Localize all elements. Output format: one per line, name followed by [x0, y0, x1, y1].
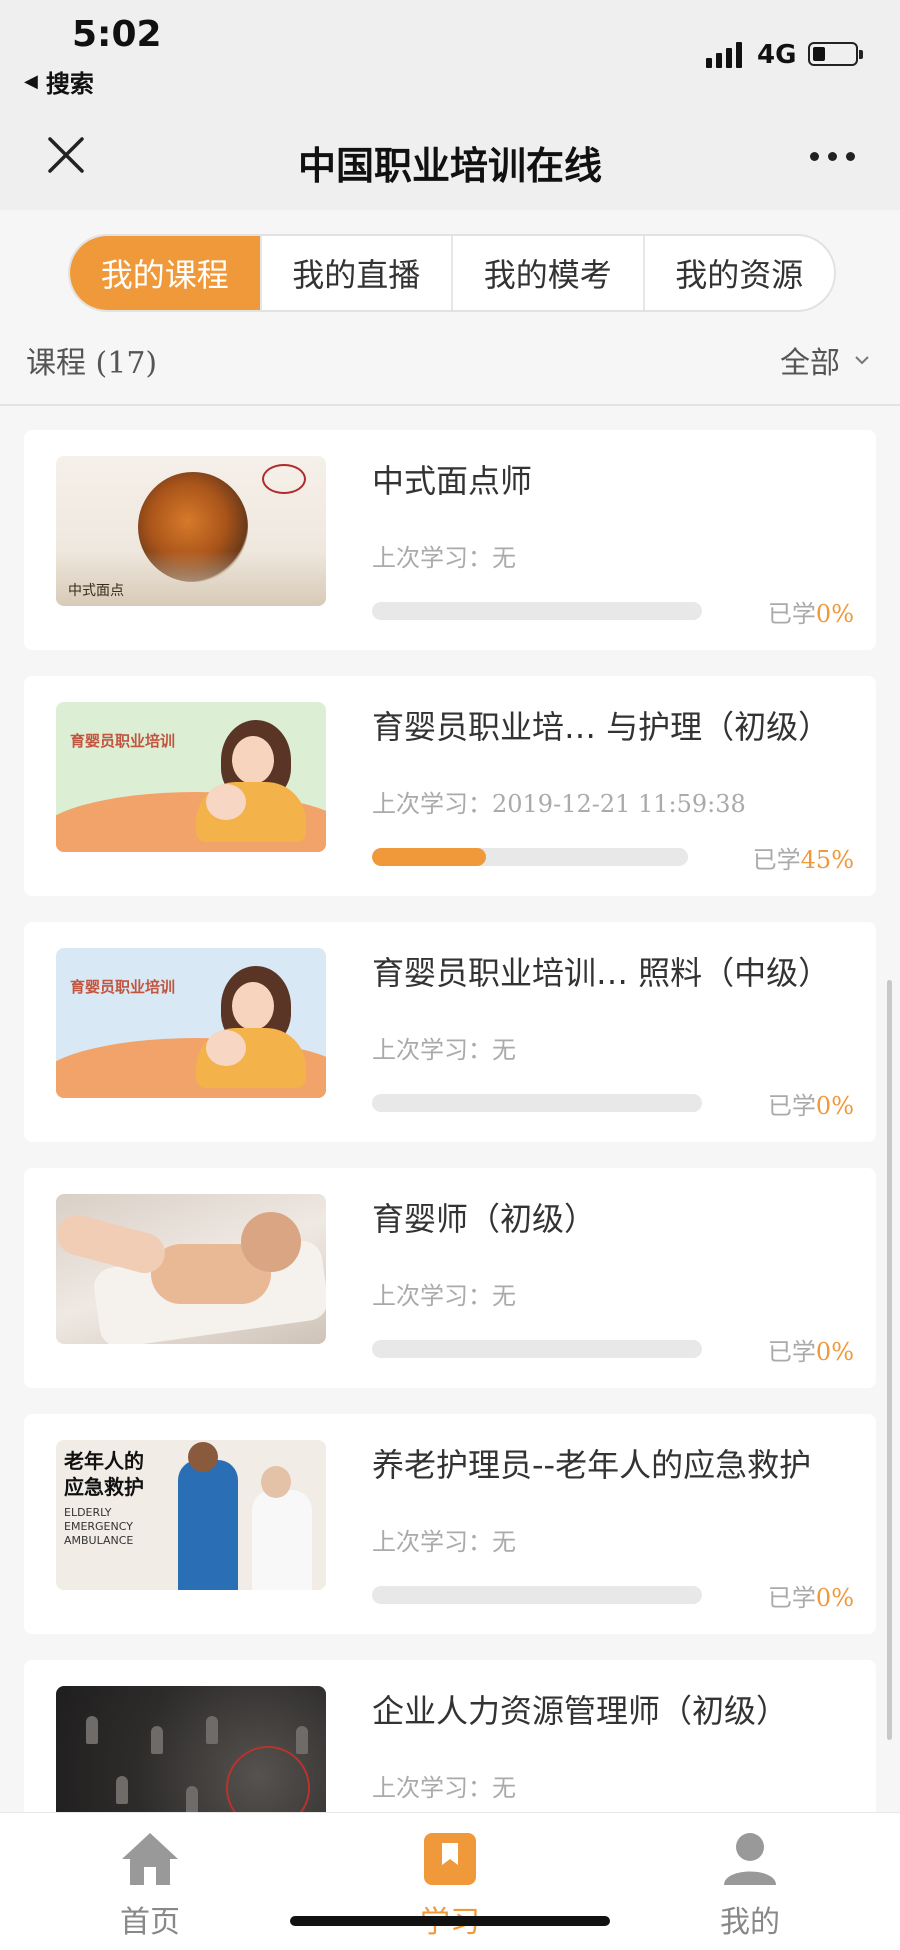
progress-percent: 45% [800, 846, 854, 874]
progress-bar [372, 1586, 702, 1604]
progress-percent: 0% [815, 1092, 854, 1120]
last-study-value: 无 [492, 1774, 516, 1802]
user-icon [724, 1833, 776, 1885]
progress-percent: 0% [815, 1584, 854, 1612]
last-study-value: 2019-12-21 11:59:38 [492, 790, 746, 818]
progress-text: 已学0% [768, 1332, 854, 1367]
last-study: 上次学习：2019-12-21 11:59:38 [372, 784, 746, 819]
course-title: 养老护理员--老年人的应急救护 [372, 1446, 812, 1484]
tab-my-live[interactable]: 我的直播 [259, 236, 452, 310]
last-study-label: 上次学习： [372, 544, 492, 572]
thumbnail-caption: 中式面点 [68, 583, 124, 599]
scrollbar[interactable] [887, 980, 892, 1740]
course-title: 育婴员职业培训… 照料（中级） [372, 954, 831, 992]
last-study-label: 上次学习： [372, 1036, 492, 1064]
filter-label: 全部 [780, 346, 840, 381]
thumbnail-caption: 育婴员职业培训 [70, 978, 176, 996]
course-card[interactable]: 育婴员职业培训 育婴员职业培… 与护理（初级） 上次学习：2019-12-21 … [24, 676, 876, 896]
divider [0, 404, 900, 406]
course-card[interactable]: 育婴员职业培训 育婴员职业培训… 照料（中级） 上次学习：无 已学0% [24, 922, 876, 1142]
tab-my-resources[interactable]: 我的资源 [642, 236, 835, 310]
last-study-label: 上次学习： [372, 1282, 492, 1310]
last-study-value: 无 [492, 1282, 516, 1310]
progress-percent: 0% [815, 600, 854, 628]
back-label: 搜索 [45, 70, 94, 98]
last-study-value: 无 [492, 1036, 516, 1064]
progress-text: 已学0% [768, 1086, 854, 1121]
progress-label: 已学 [767, 1092, 816, 1120]
progress-text: 已学0% [768, 1578, 854, 1613]
progress-text: 已学45% [753, 840, 854, 875]
last-study: 上次学习：无 [372, 1768, 516, 1803]
filter-dropdown[interactable]: 全部 [780, 338, 870, 382]
bottom-nav: 首页 学习 我的 [0, 1812, 900, 1950]
course-title: 育婴师（初级） [372, 1200, 597, 1238]
course-thumbnail: 育婴员职业培训 [56, 948, 326, 1098]
thumbnail-caption: 育婴员职业培训 [70, 732, 176, 750]
back-arrow-icon: ◀ [24, 71, 38, 92]
title-bar: 中国职业培训在线 [0, 105, 900, 210]
course-thumbnail [56, 1194, 326, 1344]
course-thumbnail: 老年人的 应急救护 ELDERLY EMERGENCY AMBULANCE [56, 1440, 326, 1590]
nav-home-label: 首页 [120, 1905, 180, 1940]
network-type: 4G [757, 40, 797, 70]
nav-mine[interactable]: 我的 [670, 1831, 830, 1941]
page-title: 中国职业培训在线 [297, 144, 602, 188]
signal-icon [706, 40, 742, 68]
nav-mine-label: 我的 [720, 1905, 780, 1940]
course-thumbnail: 育婴员职业培训 [56, 702, 326, 852]
course-thumbnail: 中式面点 [56, 456, 326, 606]
course-count-header: 课程 (17) [26, 338, 157, 382]
thumbnail-caption: 老年人的 应急救护 [64, 1449, 144, 1499]
last-study: 上次学习：无 [372, 1030, 516, 1065]
home-indicator[interactable] [290, 1916, 610, 1926]
course-card[interactable]: 育婴师（初级） 上次学习：无 已学0% [24, 1168, 876, 1388]
home-icon [122, 1833, 178, 1885]
course-label: 课程 [26, 346, 86, 381]
progress-bar [372, 1340, 702, 1358]
last-study: 上次学习：无 [372, 1276, 516, 1311]
tab-bar: 我的课程 我的直播 我的模考 我的资源 [68, 234, 836, 312]
last-study-label: 上次学习： [372, 1774, 492, 1802]
chevron-down-icon [855, 356, 869, 365]
course-title: 育婴员职业培… 与护理（初级） [372, 708, 831, 746]
bookmark-icon [424, 1833, 476, 1885]
progress-label: 已学 [767, 1584, 816, 1612]
tab-my-courses[interactable]: 我的课程 [70, 236, 260, 310]
progress-percent: 0% [815, 1338, 854, 1366]
last-study: 上次学习：无 [372, 538, 516, 573]
course-card[interactable]: 老年人的 应急救护 ELDERLY EMERGENCY AMBULANCE 养老护理员… [24, 1414, 876, 1634]
course-title: 企业人力资源管理师（初级） [372, 1692, 789, 1730]
progress-bar [372, 1094, 702, 1112]
course-title: 中式面点师 [372, 462, 533, 500]
battery-icon [808, 42, 863, 66]
progress-label: 已学 [752, 846, 801, 874]
last-study-value: 无 [492, 544, 516, 572]
last-study-value: 无 [492, 1528, 516, 1556]
thumbnail-subcaption: ELDERLY EMERGENCY AMBULANCE [64, 1506, 134, 1547]
last-study-label: 上次学习： [372, 1528, 492, 1556]
last-study-label: 上次学习： [372, 790, 492, 818]
course-count: (17) [95, 346, 158, 381]
course-card[interactable]: 中式面点 中式面点师 上次学习：无 已学0% [24, 430, 876, 650]
progress-label: 已学 [767, 1338, 816, 1366]
last-study: 上次学习：无 [372, 1522, 516, 1557]
status-bar: 5:02 ◀ 搜索 4G [0, 0, 900, 105]
more-options-icon[interactable] [810, 152, 855, 161]
back-to-search[interactable]: ◀ 搜索 [24, 64, 94, 99]
tab-my-mock-exams[interactable]: 我的模考 [451, 236, 643, 310]
clock: 5:02 [72, 14, 162, 55]
seal-icon [262, 464, 306, 494]
progress-text: 已学0% [768, 594, 854, 629]
nav-home[interactable]: 首页 [70, 1831, 230, 1941]
progress-bar [372, 848, 688, 866]
progress-label: 已学 [767, 600, 816, 628]
progress-bar [372, 602, 702, 620]
